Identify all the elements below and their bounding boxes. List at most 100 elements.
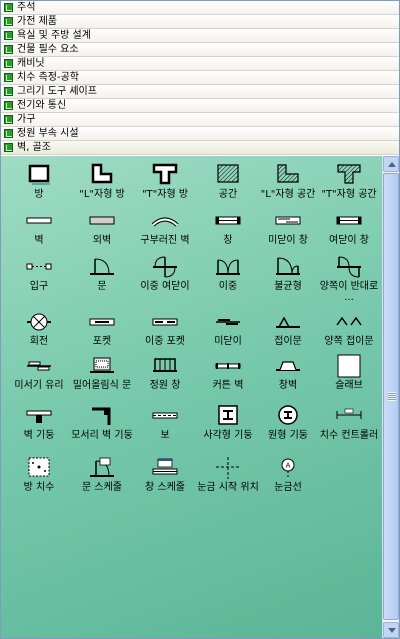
scroll-thumb[interactable] [383,173,399,620]
shape-label: "L"자형 공간 [260,189,316,200]
stencil-annotations[interactable]: 주석 [1,1,399,15]
shape-window[interactable]: 창 [196,208,260,246]
shape-double-door[interactable]: 이중 [196,254,260,292]
stencil-drawing-tools[interactable]: 그리기 도구 셰이프 [1,85,399,99]
shape-label: "T"자형 공간 [321,189,377,200]
stencil-electrical[interactable]: 전기와 통신 [1,99,399,113]
stencil-cabinets[interactable]: 캐비닛 [1,57,399,71]
shape-dimension-controller[interactable]: 치수 컨트롤러 [317,403,381,441]
shape-sliding-door[interactable]: 미닫이 [196,309,260,347]
svg-text:A: A [286,462,291,470]
double-door-icon [216,259,240,275]
stencil-walls-shell[interactable]: 벽, 골조 [1,141,399,155]
shape-opposing-door[interactable]: 양쪽이 반대로 ... [317,254,381,303]
shape-l-space[interactable]: "L"자형 공간 [256,162,320,200]
bay-window-icon [276,361,300,371]
shape-label: 창 스케줄 [145,482,185,493]
stencil-building-core[interactable]: 건물 필수 요소 [1,43,399,57]
shapes-pane: 방 "L"자형 방 "T"자형 방 공간 "L"자형 공간 "T"자형 공간 벽 [1,156,382,638]
sliding-door-icon [216,319,240,325]
stencil-bath-kitchen[interactable]: 욕실 및 주방 설계 [1,29,399,43]
shape-label: 구부러진 벽 [140,235,190,246]
shape-label: 창 [223,235,233,246]
round-column-icon [278,405,298,425]
stencil-label: 벽, 골조 [17,142,51,153]
stencil-label: 욕실 및 주방 설계 [17,30,91,41]
stencil-label: 정원 부속 시설 [17,128,79,139]
stencil-label: 그리기 도구 셰이프 [17,86,97,97]
shape-beam[interactable]: 보 [133,403,197,441]
shape-revolving-door[interactable]: 회전 [7,309,71,347]
revolving-door-icon [27,313,51,331]
shape-curved-wall[interactable]: 구부러진 벽 [133,208,197,246]
shape-label: 이중 포켓 [145,336,185,347]
window-icon [215,216,241,225]
shape-opening[interactable]: 입구 [7,254,71,292]
shape-room[interactable]: 방 [7,162,71,200]
stencil-furniture[interactable]: 가구 [1,113,399,127]
shape-label: 양쪽이 반대로 ... [319,281,379,303]
shape-label: 이중 [218,281,238,292]
shape-l-room[interactable]: "L"자형 방 [70,162,134,200]
shape-label: 불균형 [274,281,302,292]
vertical-scrollbar[interactable] [382,156,399,638]
shape-double-pocket[interactable]: 이중 포켓 [133,309,197,347]
shape-square-column[interactable]: 사각형 기둥 [196,403,260,441]
shape-casement-window[interactable]: 여닫이 창 [317,208,381,246]
shape-corner-pilaster[interactable]: 모서리 벽 기둥 [70,403,134,441]
curved-wall-icon [151,217,179,227]
shapes-window: 주석 가전 제품 욕실 및 주방 설계 건물 필수 요소 캐비닛 치수 측정-공… [0,0,400,639]
shape-bay-window[interactable]: 창벽 [256,353,320,391]
curtain-wall-icon [215,363,241,369]
shape-space[interactable]: 공간 [196,162,260,200]
casement-window-icon [336,216,362,225]
shape-label: 슬래브 [335,380,363,391]
shape-sliding-glass[interactable]: 미서기 유리 [7,353,71,391]
shape-wall[interactable]: 벽 [7,208,71,246]
shape-label: "T"자형 방 [141,189,189,200]
double-swing-icon [153,256,177,278]
shape-uneven-door[interactable]: 불균형 [256,254,320,292]
shape-garden-window[interactable]: 정원 창 [133,353,197,391]
space-icon [217,164,239,183]
stencil-icon [4,3,13,12]
shape-bifold-door[interactable]: 접이문 [256,309,320,347]
shape-t-room[interactable]: "T"자형 방 [133,162,197,200]
scroll-down-button[interactable] [383,622,399,638]
double-pocket-icon [152,318,178,326]
shape-door-schedule[interactable]: 문 스케줄 [70,455,134,493]
shape-round-column[interactable]: 원형 기둥 [256,403,320,441]
bifold-door-icon [276,316,300,328]
scroll-up-button[interactable] [383,156,399,172]
shape-t-space[interactable]: "T"자형 공간 [317,162,381,200]
l-space-icon [277,164,299,183]
shape-label: 포켓 [92,336,112,347]
shape-overhead-door[interactable]: 밀어올림식 문 [70,353,134,391]
shape-slab[interactable]: 슬래브 [317,353,381,391]
door-schedule-icon [90,457,114,477]
sliding-window-icon [275,216,301,225]
shape-pocket-door[interactable]: 포켓 [70,309,134,347]
shape-double-swing[interactable]: 이중 여닫이 [133,254,197,292]
shape-label: 벽 기둥 [23,430,55,441]
shape-label: 회전 [29,336,49,347]
shape-grid-line[interactable]: A 눈금선 [256,455,320,493]
l-room-icon [91,163,113,184]
shape-room-dimension[interactable]: 방 치수 [7,455,71,493]
shape-pilaster[interactable]: 벽 기둥 [7,403,71,441]
beam-icon [152,412,178,419]
wall-icon [26,217,52,224]
shape-sliding-window[interactable]: 미닫이 창 [256,208,320,246]
scroll-grip-icon [388,392,396,401]
shape-window-schedule[interactable]: 창 스케줄 [133,455,197,493]
shape-grid-origin[interactable]: 눈금 시작 위치 [196,455,260,493]
stencil-garden[interactable]: 정원 부속 시설 [1,127,399,141]
room-icon [28,164,50,185]
stencil-appliances[interactable]: 가전 제품 [1,15,399,29]
shape-label: 원형 기둥 [268,430,308,441]
stencil-dimensioning[interactable]: 치수 측정-공학 [1,71,399,85]
shape-door[interactable]: 문 [70,254,134,292]
shape-double-bifold[interactable]: 양쪽 접이문 [317,309,381,347]
shape-exterior-wall[interactable]: 외벽 [70,208,134,246]
shape-curtain-wall[interactable]: 커튼 벽 [196,353,260,391]
